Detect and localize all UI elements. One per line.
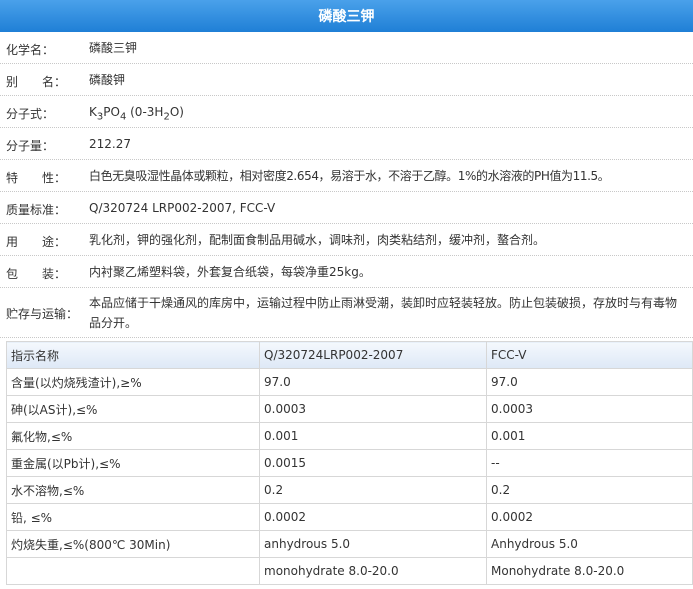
table-cell: 0.2 — [259, 476, 487, 504]
table-row: 砷(以AS计),≤% 0.0003 0.0003 — [6, 395, 693, 423]
property-label: 分子量： — [6, 139, 55, 153]
table-cell: Anhydrous 5.0 — [486, 530, 693, 558]
property-value: 磷酸钾 — [89, 73, 126, 87]
property-value: 乳化剂，钾的强化剂，配制面食制品用碱水，调味剂，肉类粘结剂，缓冲剂，螯合剂。 — [89, 233, 546, 247]
property-label: 化学名： — [6, 43, 55, 57]
property-label: 分子式： — [6, 107, 55, 121]
property-row-formula: 分子式： K3PO4 (0-3H2O) — [0, 96, 693, 128]
table-cell: monohydrate 8.0-20.0 — [259, 557, 487, 585]
property-label: 质量标准： — [6, 203, 67, 217]
table-cell: -- — [486, 449, 693, 477]
property-list: 化学名： 磷酸三钾 别 名： 磷酸钾 分子式： K3PO4 (0-3H2O) 分… — [0, 32, 693, 338]
product-page: 磷酸三钾 化学名： 磷酸三钾 别 名： 磷酸钾 分子式： K3PO4 (0-3H… — [0, 0, 693, 589]
column-header: 指示名称 — [6, 341, 260, 369]
property-label: 贮存与运输： — [6, 307, 79, 321]
property-value: 磷酸三钾 — [89, 41, 138, 55]
property-value: 内衬聚乙烯塑料袋，外套复合纸袋，每袋净重25kg。 — [89, 265, 371, 279]
column-header: Q/320724LRP002-2007 — [259, 341, 487, 369]
property-row-chemical-name: 化学名： 磷酸三钾 — [0, 32, 693, 64]
table-cell: 97.0 — [259, 368, 487, 396]
molecular-formula: K3PO4 (0-3H2O) — [89, 105, 184, 123]
table-header-row: 指示名称 Q/320724LRP002-2007 FCC-V — [6, 341, 693, 369]
table-cell: 97.0 — [486, 368, 693, 396]
table-cell: 0.001 — [486, 422, 693, 450]
property-row-usage: 用 途： 乳化剂，钾的强化剂，配制面食制品用碱水，调味剂，肉类粘结剂，缓冲剂，螯… — [0, 224, 693, 256]
table-row: 灼烧失重,≤%(800℃ 30Min) anhydrous 5.0 Anhydr… — [6, 530, 693, 558]
property-label: 包 装： — [6, 267, 67, 281]
table-cell: anhydrous 5.0 — [259, 530, 487, 558]
table-row: monohydrate 8.0-20.0 Monohydrate 8.0-20.… — [6, 557, 693, 585]
table-cell: 砷(以AS计),≤% — [6, 395, 260, 423]
table-cell: 重金属(以Pb计),≤% — [6, 449, 260, 477]
property-row-characteristics: 特 性： 白色无臭吸湿性晶体或颗粒，相对密度2.654，易溶于水，不溶于乙醇。1… — [0, 160, 693, 192]
table-cell: 0.0003 — [259, 395, 487, 423]
table-row: 含量(以灼烧残渣计),≥% 97.0 97.0 — [6, 368, 693, 396]
property-row-quality-standard: 质量标准： Q/320724 LRP002-2007, FCC-V — [0, 192, 693, 224]
property-row-packaging: 包 装： 内衬聚乙烯塑料袋，外套复合纸袋，每袋净重25kg。 — [0, 256, 693, 288]
property-label: 用 途： — [6, 235, 67, 249]
table-row: 氟化物,≤% 0.001 0.001 — [6, 422, 693, 450]
property-value: 本品应储于干燥通风的库房中，运输过程中防止雨淋受潮，装卸时应轻装轻放。防止包装破… — [89, 296, 678, 330]
table-cell: 含量(以灼烧残渣计),≥% — [6, 368, 260, 396]
specification-table: 指示名称 Q/320724LRP002-2007 FCC-V 含量(以灼烧残渣计… — [6, 341, 693, 585]
table-cell: 氟化物,≤% — [6, 422, 260, 450]
property-value: Q/320724 LRP002-2007, FCC-V — [89, 201, 276, 215]
table-cell: 灼烧失重,≤%(800℃ 30Min) — [6, 530, 260, 558]
table-cell — [6, 557, 260, 585]
table-cell: 0.0003 — [486, 395, 693, 423]
property-row-molecular-weight: 分子量： 212.27 — [0, 128, 693, 160]
property-row-storage: 贮存与运输： 本品应储于干燥通风的库房中，运输过程中防止雨淋受潮，装卸时应轻装轻… — [0, 288, 693, 338]
table-cell: 0.001 — [259, 422, 487, 450]
table-cell: 0.0015 — [259, 449, 487, 477]
property-value: 212.27 — [89, 137, 131, 151]
table-row: 重金属(以Pb计),≤% 0.0015 -- — [6, 449, 693, 477]
property-label: 特 性： — [6, 171, 67, 185]
table-cell: 0.0002 — [259, 503, 487, 531]
table-cell: 0.2 — [486, 476, 693, 504]
table-cell: Monohydrate 8.0-20.0 — [486, 557, 693, 585]
property-row-alias: 别 名： 磷酸钾 — [0, 64, 693, 96]
table-cell: 铅, ≤% — [6, 503, 260, 531]
page-title: 磷酸三钾 — [0, 0, 693, 32]
table-row: 铅, ≤% 0.0002 0.0002 — [6, 503, 693, 531]
property-value: 白色无臭吸湿性晶体或颗粒，相对密度2.654，易溶于水，不溶于乙醇。1%的水溶液… — [89, 169, 610, 183]
column-header: FCC-V — [486, 341, 693, 369]
table-cell: 0.0002 — [486, 503, 693, 531]
table-row: 水不溶物,≤% 0.2 0.2 — [6, 476, 693, 504]
table-cell: 水不溶物,≤% — [6, 476, 260, 504]
property-label: 别 名： — [6, 75, 67, 89]
